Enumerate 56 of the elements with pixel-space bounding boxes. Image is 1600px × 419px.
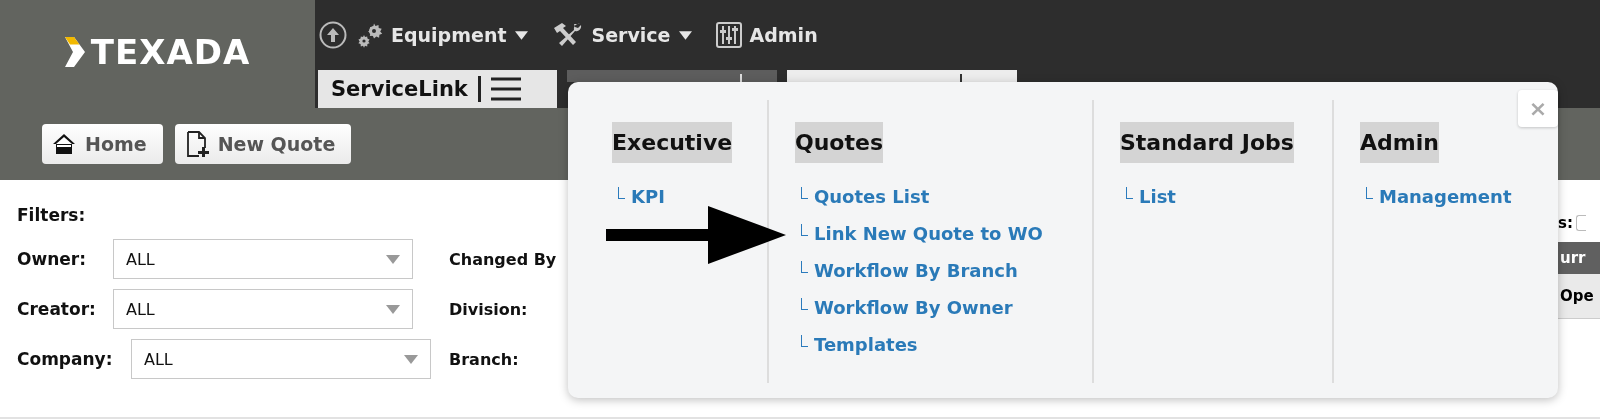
tree-branch-icon bbox=[1126, 187, 1133, 199]
select-field[interactable]: ALL bbox=[131, 339, 431, 379]
menu-icon[interactable] bbox=[490, 77, 521, 101]
menu-section-heading: Standard Jobs bbox=[1120, 122, 1294, 163]
menu-link[interactable]: KPI bbox=[631, 186, 665, 207]
menu-section-heading: Quotes bbox=[795, 122, 883, 163]
tree-branch-icon bbox=[801, 335, 808, 347]
select-field[interactable]: ALL bbox=[113, 239, 413, 279]
toolbar-button[interactable]: New Quote bbox=[174, 124, 352, 164]
gears-icon bbox=[357, 22, 383, 48]
nav-menu-item[interactable]: Equipment bbox=[357, 22, 542, 48]
menu-link[interactable]: Management bbox=[1379, 186, 1512, 207]
field-label: Owner: bbox=[17, 249, 87, 269]
new-document-icon bbox=[184, 131, 209, 157]
field-label: s: bbox=[1558, 214, 1573, 232]
filters-heading: Filters: bbox=[17, 205, 87, 225]
home-icon bbox=[52, 133, 76, 155]
caret-icon bbox=[514, 30, 528, 40]
menu-link[interactable]: List bbox=[1139, 186, 1176, 207]
table-header-cell: urr bbox=[1558, 242, 1600, 274]
app-tab[interactable] bbox=[787, 70, 1017, 82]
caret-icon bbox=[386, 254, 400, 264]
tools-icon bbox=[551, 22, 584, 48]
field-label: Branch: bbox=[449, 349, 520, 369]
field-label: Company: bbox=[17, 349, 114, 369]
nav-menu-item[interactable]: Service bbox=[551, 22, 706, 48]
table-cell: Ope bbox=[1558, 274, 1600, 319]
chevron-icon bbox=[64, 37, 87, 67]
caret-icon bbox=[404, 354, 418, 364]
tree-branch-icon bbox=[618, 187, 625, 199]
menu-link[interactable]: Templates bbox=[814, 334, 918, 355]
logo[interactable]: TEXADA bbox=[0, 0, 315, 108]
checkbox[interactable] bbox=[1575, 215, 1586, 231]
sliders-icon bbox=[715, 22, 742, 48]
app-tab[interactable]: ServiceLink bbox=[318, 70, 557, 108]
menu-link[interactable]: Workflow By Branch bbox=[814, 260, 1018, 281]
caret-icon bbox=[678, 30, 692, 40]
menu-section-heading: Admin bbox=[1360, 122, 1439, 163]
tree-branch-icon bbox=[801, 261, 808, 273]
field-label: Creator: bbox=[17, 299, 97, 319]
caret-icon bbox=[386, 304, 400, 314]
app-tab[interactable] bbox=[567, 70, 777, 82]
menu-link[interactable]: Quotes List bbox=[814, 186, 930, 207]
menu-link[interactable]: Workflow By Owner bbox=[814, 297, 1013, 318]
menu-section-heading: Executive bbox=[612, 122, 733, 163]
toolbar-button[interactable]: Home bbox=[42, 124, 163, 164]
tree-branch-icon bbox=[801, 224, 808, 236]
menu-link[interactable]: Link New Quote to WO bbox=[814, 223, 1043, 244]
tree-branch-icon bbox=[1366, 187, 1373, 199]
field-label: Division: bbox=[449, 299, 529, 319]
up-arrow-circle-icon[interactable] bbox=[319, 21, 347, 49]
tree-branch-icon bbox=[801, 187, 808, 199]
field-label: Changed By bbox=[449, 249, 557, 269]
select-field[interactable]: ALL bbox=[113, 289, 413, 329]
tree-branch-icon bbox=[801, 298, 808, 310]
nav-menu-item[interactable]: Admin bbox=[715, 22, 832, 48]
